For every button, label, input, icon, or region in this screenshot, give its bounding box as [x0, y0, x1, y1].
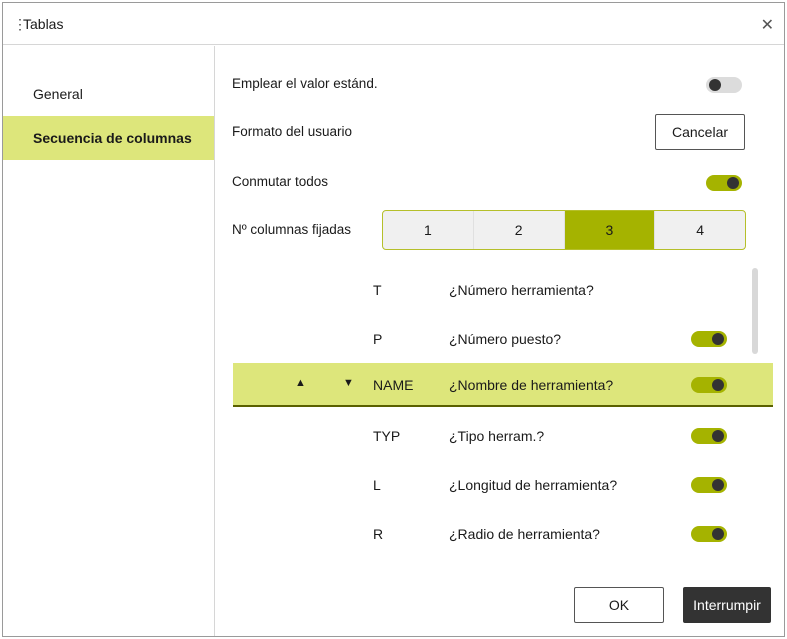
fixed-columns-selector: 1 2 3 4	[382, 210, 746, 250]
sidebar-item-column-order[interactable]: Secuencia de columnas	[3, 116, 214, 160]
fixed-columns-option-4[interactable]: 4	[655, 211, 745, 249]
column-code: L	[373, 477, 381, 493]
user-format-label: Formato del usuario	[232, 124, 353, 139]
column-description: ¿Número puesto?	[449, 331, 562, 347]
move-down-icon[interactable]: ▼	[343, 377, 354, 389]
column-code: TYP	[373, 428, 401, 444]
use-default-toggle[interactable]	[706, 77, 742, 93]
column-toggle[interactable]	[691, 526, 727, 542]
column-toggle[interactable]	[691, 428, 727, 444]
column-toggle[interactable]	[691, 477, 727, 493]
sidebar: General Secuencia de columnas	[3, 46, 215, 636]
column-row-name[interactable]: ▲ ▼ NAME ¿Nombre de herramienta?	[233, 363, 773, 407]
column-row-p[interactable]: P ¿Número puesto?	[233, 317, 773, 361]
column-code: T	[373, 282, 382, 298]
toggle-knob	[712, 333, 724, 345]
cancel-button[interactable]: Cancelar	[655, 114, 745, 150]
column-description: ¿Longitud de herramienta?	[449, 477, 618, 493]
ok-button[interactable]: OK	[574, 587, 664, 623]
toggle-knob	[727, 177, 739, 189]
column-code: NAME	[373, 377, 414, 393]
column-toggle[interactable]	[691, 331, 727, 347]
list-scrollbar[interactable]	[752, 268, 758, 354]
column-code: P	[373, 331, 383, 347]
toggle-all-label: Conmutar todos	[232, 174, 329, 189]
toggle-knob	[712, 430, 724, 442]
column-row-r[interactable]: R ¿Radio de herramienta?	[233, 512, 773, 556]
column-row-l[interactable]: L ¿Longitud de herramienta?	[233, 463, 773, 507]
sidebar-item-general[interactable]: General	[3, 72, 214, 116]
fixed-columns-label: Nº columnas fijadas	[232, 222, 351, 237]
dialog-title: Tablas	[23, 16, 64, 32]
move-up-icon[interactable]: ▲	[295, 377, 306, 389]
column-code: R	[373, 526, 384, 542]
fixed-columns-option-3[interactable]: 3	[564, 211, 656, 249]
column-row-t[interactable]: T ¿Número herramienta?	[233, 268, 773, 312]
column-description: ¿Nombre de herramienta?	[449, 377, 614, 393]
abort-button[interactable]: Interrumpir	[683, 587, 771, 623]
toggle-all-toggle[interactable]	[706, 175, 742, 191]
fixed-columns-option-1[interactable]: 1	[383, 211, 474, 249]
column-toggle[interactable]	[691, 377, 727, 393]
toggle-knob	[712, 379, 724, 391]
close-icon[interactable]: ✕	[761, 15, 774, 35]
column-description: ¿Número herramienta?	[449, 282, 594, 298]
toggle-knob	[712, 528, 724, 540]
toggle-knob	[709, 79, 721, 91]
column-description: ¿Radio de herramienta?	[449, 526, 600, 542]
fixed-columns-option-2[interactable]: 2	[474, 211, 565, 249]
use-default-label: Emplear el valor estánd.	[232, 76, 378, 91]
column-description: ¿Tipo herram.?	[449, 428, 545, 444]
title-bar: ⋮ Tablas ✕	[3, 3, 784, 45]
column-row-typ[interactable]: TYP ¿Tipo herram.?	[233, 414, 773, 458]
toggle-knob	[712, 479, 724, 491]
